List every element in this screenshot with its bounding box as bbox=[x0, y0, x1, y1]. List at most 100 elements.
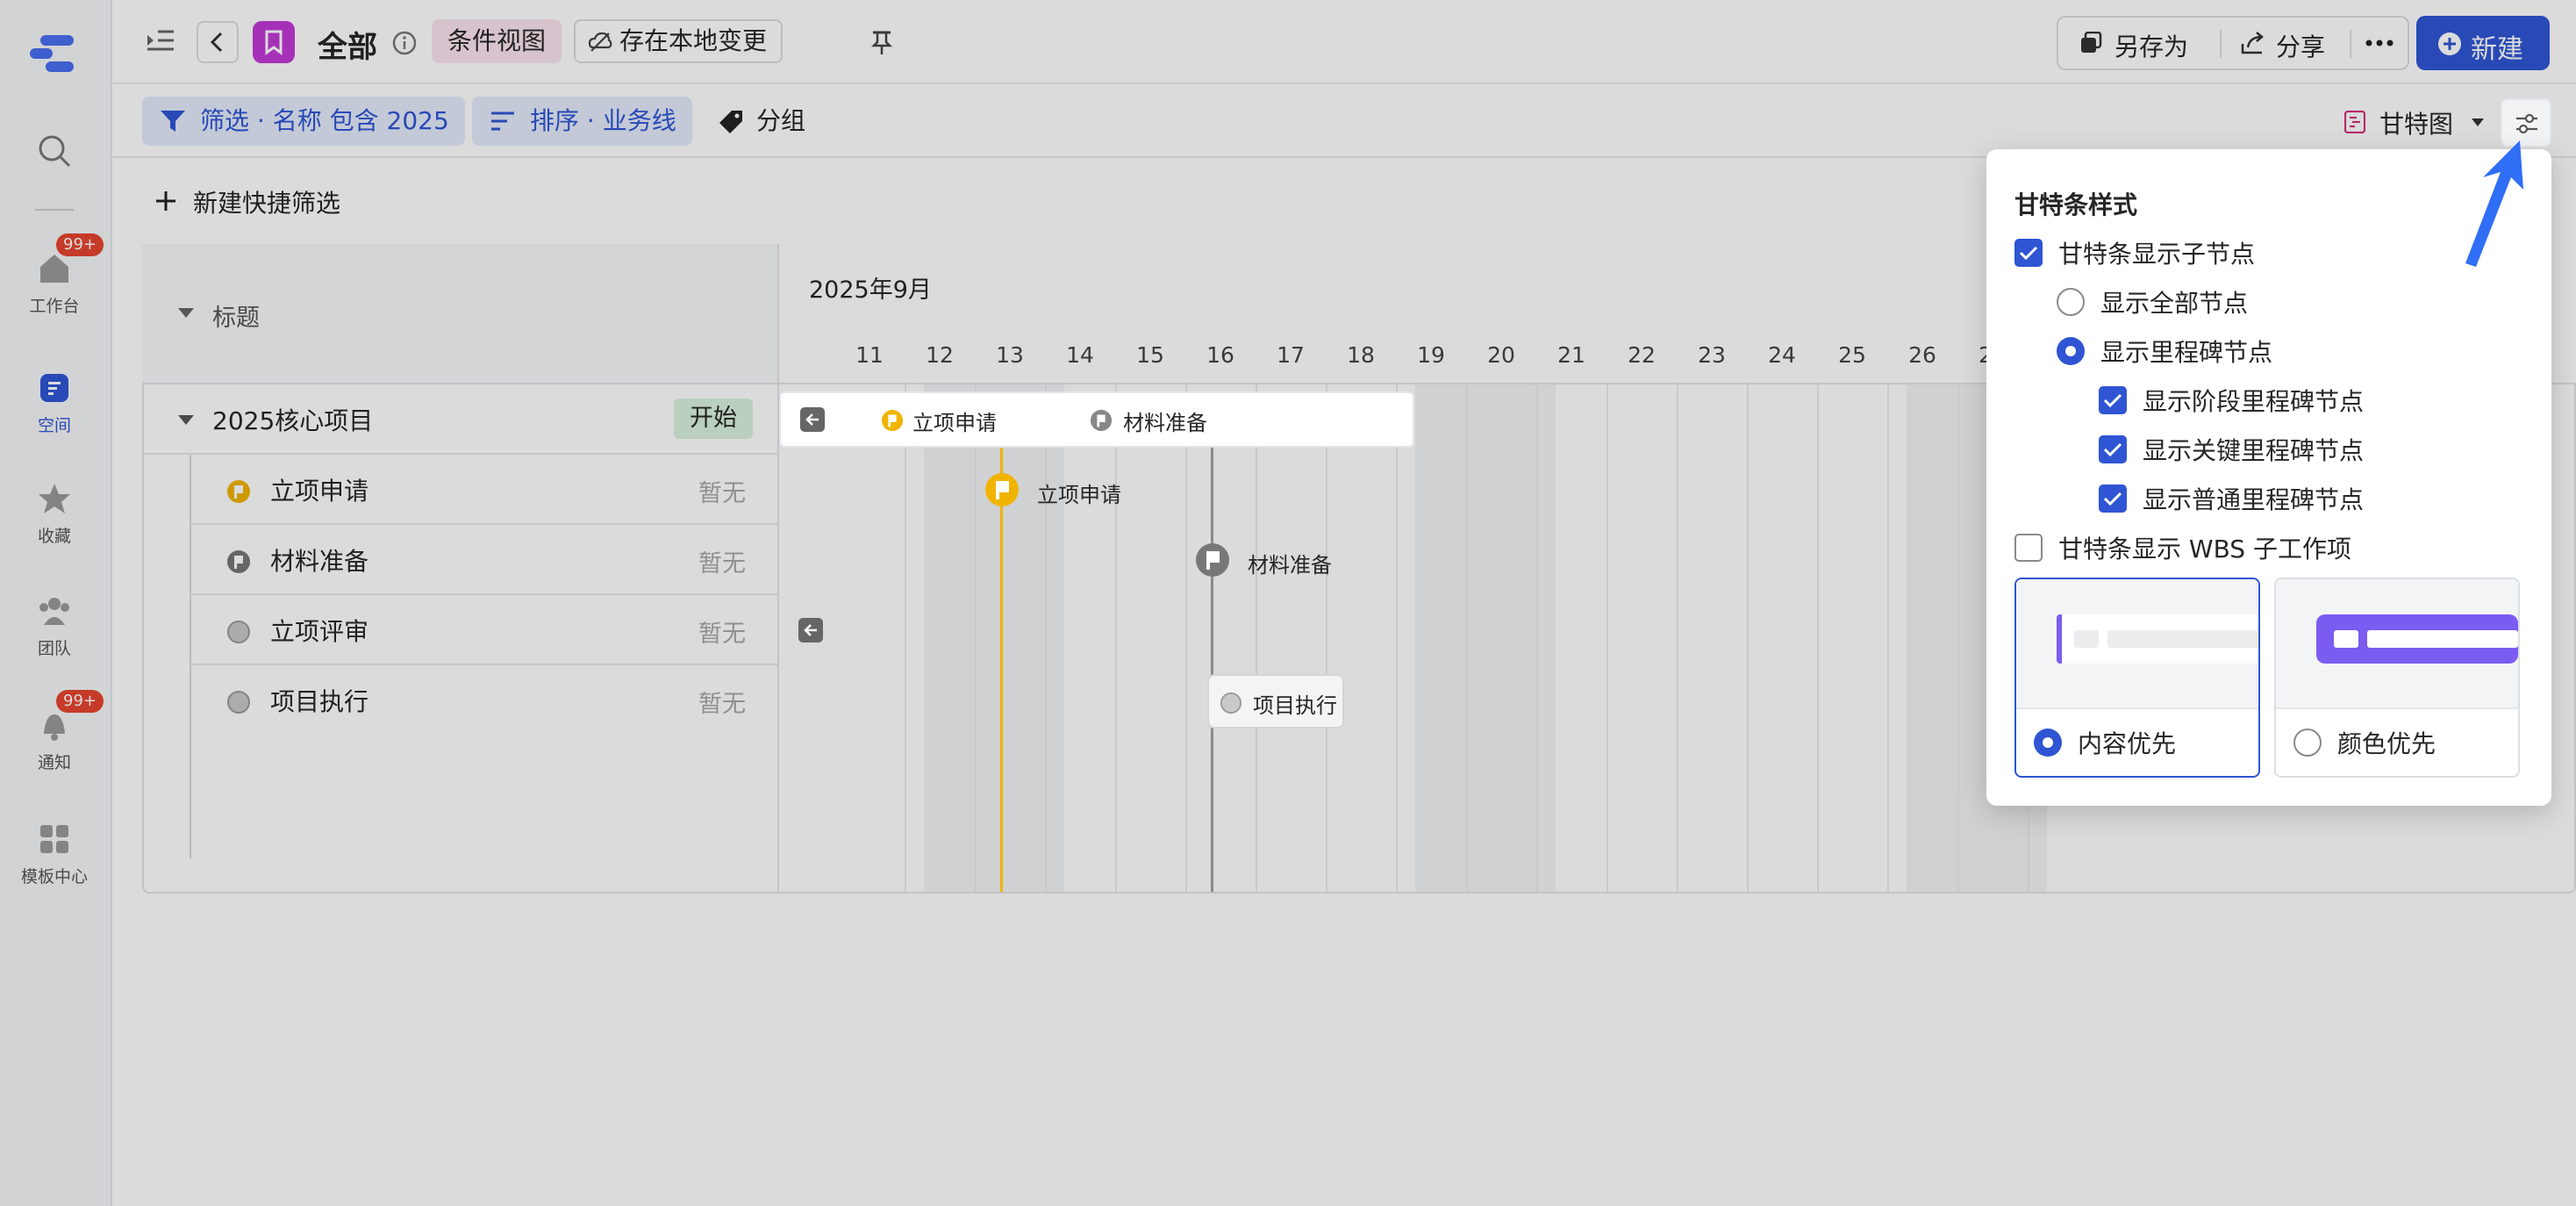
local-change-button[interactable]: 存在本地变更 bbox=[574, 19, 784, 63]
day-grid-line bbox=[1045, 384, 1047, 892]
table-row[interactable]: 立项申请 暂无 bbox=[190, 455, 777, 525]
day-tick-label: 23 bbox=[1698, 342, 1726, 368]
caret-down-icon[interactable] bbox=[177, 414, 195, 427]
sidebar-item-workbench[interactable]: 99+ 工作台 bbox=[0, 233, 109, 317]
top-bar: 全部 条件视图 存在本地变更 另存为 分享 新建 bbox=[112, 0, 2576, 84]
row-title[interactable]: 立项评审 bbox=[270, 613, 369, 648]
group-button[interactable]: 分组 bbox=[705, 97, 821, 146]
day-tick-label: 13 bbox=[996, 342, 1024, 368]
share-button[interactable]: 分享 bbox=[2222, 18, 2348, 68]
pin-icon[interactable] bbox=[870, 30, 893, 58]
milestone-label: 材料准备 bbox=[1248, 553, 1332, 578]
sidebar-item-space[interactable]: 空间 bbox=[0, 370, 109, 436]
table-row-parent[interactable]: 2025核心项目 开始 bbox=[144, 384, 777, 455]
tag-icon bbox=[719, 111, 742, 133]
show-children-checkbox[interactable]: 甘特条显示子节点 bbox=[2014, 235, 2255, 270]
style-card-content-first[interactable]: 内容优先 bbox=[2014, 578, 2260, 778]
row-title[interactable]: 材料准备 bbox=[270, 542, 369, 578]
plus-circle-icon bbox=[2438, 32, 2461, 55]
sort-chip[interactable]: 排序 · 业务线 bbox=[472, 97, 692, 146]
day-tick-label: 22 bbox=[1628, 342, 1656, 368]
option-label: 显示阶段里程碑节点 bbox=[2143, 387, 2365, 416]
day-tick-label: 15 bbox=[1136, 342, 1164, 368]
milestone-marker[interactable] bbox=[984, 472, 1020, 511]
sliders-icon bbox=[2516, 113, 2537, 134]
milestone-marker[interactable] bbox=[1195, 542, 1230, 581]
row-value[interactable]: 暂无 bbox=[698, 614, 746, 649]
local-change-label: 存在本地变更 bbox=[619, 26, 768, 55]
show-wbs-checkbox[interactable]: 甘特条显示 WBS 子工作项 bbox=[2014, 530, 2351, 565]
page-title: 全部 bbox=[318, 30, 377, 65]
share-icon bbox=[2241, 32, 2264, 54]
back-button[interactable] bbox=[197, 21, 239, 63]
sidebar-item-favorites[interactable]: 收藏 bbox=[0, 481, 109, 547]
key-milestone-checkbox[interactable]: 显示关键里程碑节点 bbox=[2099, 432, 2364, 467]
scroll-to-bar-button[interactable] bbox=[798, 618, 823, 642]
caret-down-icon bbox=[2472, 118, 2484, 126]
color-first-radio[interactable]: 颜色优先 bbox=[2293, 725, 2436, 760]
day-grid-line bbox=[1115, 384, 1117, 892]
table-row[interactable]: 材料准备 暂无 bbox=[190, 525, 777, 595]
row-value[interactable]: 暂无 bbox=[698, 544, 746, 578]
new-label: 新建 bbox=[2471, 34, 2523, 65]
row-value[interactable]: 暂无 bbox=[698, 474, 746, 508]
more-button[interactable] bbox=[2351, 18, 2408, 68]
sort-icon bbox=[491, 111, 514, 131]
status-badge[interactable]: 开始 bbox=[674, 398, 753, 439]
day-grid-line bbox=[1466, 384, 1468, 892]
section-title: 甘特条样式 bbox=[2014, 190, 2138, 219]
content-first-radio[interactable]: 内容优先 bbox=[2034, 725, 2176, 760]
show-milestones-radio[interactable]: 显示里程碑节点 bbox=[2057, 334, 2272, 369]
weekend-shade bbox=[1415, 384, 1556, 892]
normal-milestone-checkbox[interactable]: 显示普通里程碑节点 bbox=[2099, 481, 2364, 516]
sidebar-item-label: 团队 bbox=[37, 639, 71, 658]
option-label: 颜色优先 bbox=[2337, 729, 2436, 758]
collapse-sidebar-icon[interactable] bbox=[147, 28, 174, 53]
option-label: 内容优先 bbox=[2078, 729, 2177, 758]
milestone-flag-icon bbox=[227, 480, 250, 503]
filter-toolbar: 筛选 · 名称 包含 2025 排序 · 业务线 分组 甘特图 bbox=[112, 84, 2576, 158]
space-icon bbox=[37, 370, 72, 406]
milestone-flag-icon bbox=[881, 409, 904, 432]
new-button[interactable]: 新建 bbox=[2416, 16, 2550, 70]
option-label: 显示关键里程碑节点 bbox=[2143, 436, 2365, 465]
parent-title[interactable]: 2025核心项目 bbox=[212, 402, 373, 437]
style-card-color-first[interactable]: 颜色优先 bbox=[2274, 578, 2520, 778]
sidebar-item-label: 收藏 bbox=[37, 527, 71, 546]
radio-on-icon bbox=[2034, 729, 2062, 757]
show-all-radio[interactable]: 显示全部节点 bbox=[2057, 284, 2248, 319]
view-tag: 条件视图 bbox=[432, 19, 562, 63]
row-title[interactable]: 立项申请 bbox=[270, 472, 369, 507]
view-bookmark-icon bbox=[253, 21, 295, 63]
checkbox-checked-icon bbox=[2099, 485, 2127, 513]
sidebar-item-notifications[interactable]: 99+ 通知 bbox=[0, 690, 109, 773]
info-icon[interactable] bbox=[391, 30, 418, 60]
filter-chip[interactable]: 筛选 · 名称 包含 2025 bbox=[142, 97, 465, 146]
sidebar-item-templates[interactable]: 模板中心 bbox=[0, 822, 109, 887]
stage-milestone-checkbox[interactable]: 显示阶段里程碑节点 bbox=[2099, 383, 2364, 418]
share-label: 分享 bbox=[2276, 32, 2326, 61]
milestone-label: 立项申请 bbox=[1037, 483, 1121, 507]
table-row[interactable]: 立项评审 暂无 bbox=[190, 595, 777, 665]
gantt-bar-parent[interactable]: 立项申请 材料准备 bbox=[779, 391, 1414, 448]
day-grid-line bbox=[1536, 384, 1538, 892]
row-value[interactable]: 暂无 bbox=[698, 685, 746, 719]
pointer-arrow-icon bbox=[2457, 137, 2536, 272]
option-label: 显示普通里程碑节点 bbox=[2143, 485, 2365, 514]
save-as-button[interactable]: 另存为 bbox=[2058, 18, 2220, 68]
bell-icon: 99+ bbox=[37, 690, 104, 743]
sidebar-item-team[interactable]: 团队 bbox=[0, 593, 109, 659]
arrow-left-icon[interactable] bbox=[800, 407, 825, 432]
row-title[interactable]: 项目执行 bbox=[270, 683, 369, 718]
gantt-bar-task[interactable]: 项目执行 bbox=[1207, 674, 1344, 729]
app-logo[interactable] bbox=[28, 33, 77, 74]
day-tick-label: 20 bbox=[1487, 342, 1515, 368]
search-nav[interactable] bbox=[0, 133, 109, 176]
table-row[interactable]: 项目执行 暂无 bbox=[190, 665, 777, 736]
gantt-icon bbox=[2344, 111, 2365, 133]
title-column-header[interactable]: 标题 bbox=[212, 298, 260, 333]
style-preview bbox=[2276, 579, 2518, 709]
save-as-label: 另存为 bbox=[2114, 32, 2189, 61]
caret-down-icon[interactable] bbox=[177, 307, 195, 319]
milestone-flag-icon bbox=[985, 473, 1019, 506]
